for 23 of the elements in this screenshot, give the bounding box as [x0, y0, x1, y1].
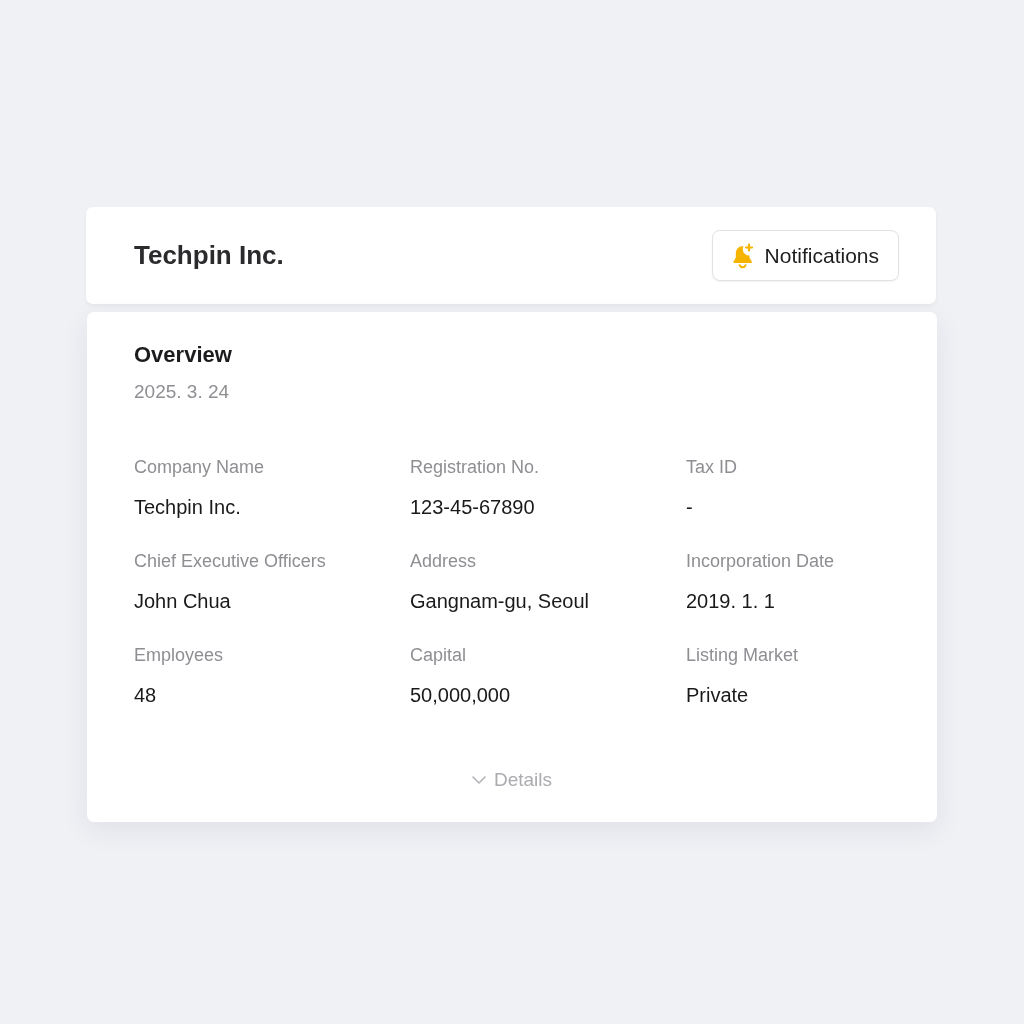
company-title: Techpin Inc. [134, 240, 284, 271]
field-label: Chief Executive Officers [134, 550, 326, 572]
field-label: Registration No. [410, 456, 540, 478]
section-title: Overview [134, 342, 233, 368]
field-label: Capital [410, 644, 467, 666]
field-value: 2019. 1. 1 [686, 589, 775, 613]
field-value: 50,000,000 [410, 683, 511, 707]
field-label: Incorporation Date [686, 550, 835, 572]
field-label: Address [410, 550, 477, 572]
overview-date: 2025. 3. 24 [134, 381, 231, 403]
field-value: John Chua [134, 589, 231, 613]
field-value: - [686, 495, 693, 519]
field-label: Employees [134, 644, 224, 666]
field-value: Private [686, 683, 749, 707]
field-value: 48 [134, 683, 157, 707]
notifications-button[interactable]: Notifications [711, 230, 899, 281]
bell-plus-icon [730, 242, 755, 269]
field-label: Company Name [134, 456, 265, 478]
field-value: Gangnam-gu, Seoul [410, 589, 589, 613]
field-value: 123-45-67890 [410, 495, 535, 519]
field-value: Techpin Inc. [134, 495, 241, 519]
field-label: Tax ID [686, 456, 737, 478]
field-label: Listing Market [686, 644, 799, 666]
